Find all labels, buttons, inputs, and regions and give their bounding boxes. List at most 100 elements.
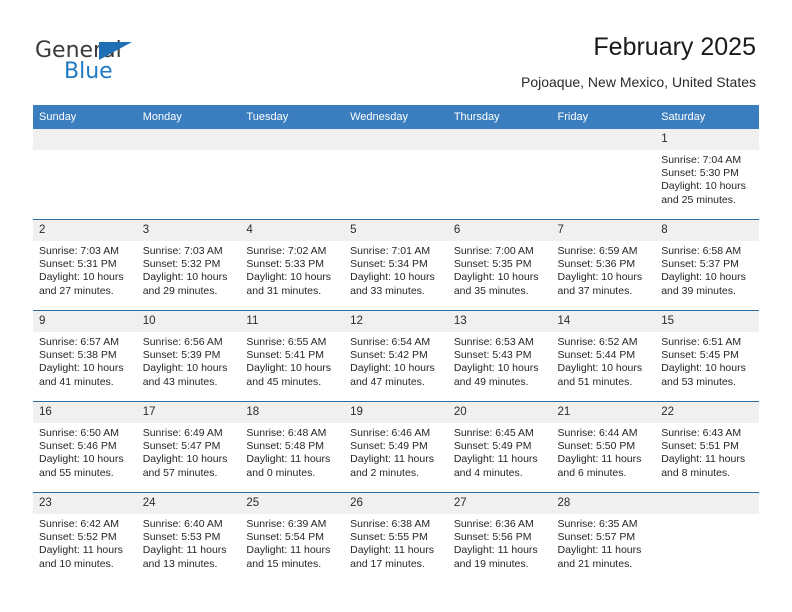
day-number: 24 xyxy=(136,493,241,514)
calendar-day-cell[interactable]: 12 Sunrise: 6:54 AM Sunset: 5:42 PM Dayligh… xyxy=(344,310,448,402)
calendar-day-cell[interactable]: 11 Sunrise: 6:55 AM Sunset: 5:41 PM Dayligh… xyxy=(240,310,345,402)
sunrise-time: Sunrise: 6:55 AM xyxy=(246,336,327,348)
calendar-day-cell[interactable]: 24 Sunrise: 6:40 AM Sunset: 5:53 PM Dayligh… xyxy=(136,492,241,583)
daylight-duration-line2: and 39 minutes. xyxy=(661,284,736,297)
day-number: 16 xyxy=(33,402,137,423)
sunset-time: Sunset: 5:42 PM xyxy=(350,349,428,362)
day-details: Sunrise: 7:04 AM Sunset: 5:30 PM Daylight:… xyxy=(655,150,759,207)
day-details: Sunrise: 6:42 AM Sunset: 5:52 PM Daylight:… xyxy=(33,514,137,571)
sunrise-time: Sunrise: 6:52 AM xyxy=(557,336,638,348)
sunset-time: Sunset: 5:54 PM xyxy=(246,531,325,544)
calendar-day-cell[interactable]: 2 Sunrise: 7:03 AM Sunset: 5:31 PM Daylight… xyxy=(33,219,137,311)
calendar-day-cell[interactable]: 14 Sunrise: 6:52 AM Sunset: 5:44 PM Dayligh… xyxy=(551,310,656,402)
daylight-duration-line2: and 4 minutes. xyxy=(453,466,523,479)
sunrise-time: Sunrise: 6:49 AM xyxy=(142,427,223,439)
calendar-day-cell[interactable]: 9 Sunrise: 6:57 AM Sunset: 5:38 PM Daylight… xyxy=(33,310,137,402)
calendar-page: General Blue February 2025 Pojoaque, New… xyxy=(0,0,792,612)
brand-logo[interactable]: General Blue xyxy=(35,38,265,88)
calendar-cell-empty xyxy=(655,492,759,583)
day-number: 10 xyxy=(136,311,241,332)
daylight-duration-line2: and 15 minutes. xyxy=(246,557,322,570)
sunset-time: Sunset: 5:39 PM xyxy=(142,349,221,362)
day-number xyxy=(551,129,656,150)
calendar-day-cell[interactable]: 20 Sunrise: 6:45 AM Sunset: 5:49 PM Dayligh… xyxy=(447,401,552,493)
daylight-duration-line1: Daylight: 11 hours xyxy=(246,544,331,557)
sunrise-time: Sunrise: 6:35 AM xyxy=(557,518,638,530)
daylight-duration-line1: Daylight: 11 hours xyxy=(39,544,123,557)
calendar-day-cell[interactable]: 16 Sunrise: 6:50 AM Sunset: 5:46 PM Dayligh… xyxy=(33,401,137,493)
calendar-day-cell[interactable]: 25 Sunrise: 6:39 AM Sunset: 5:54 PM Dayligh… xyxy=(240,492,345,583)
day-number: 4 xyxy=(240,220,345,241)
day-details: Sunrise: 7:03 AM Sunset: 5:32 PM Daylight:… xyxy=(137,241,241,298)
daylight-duration-line2: and 41 minutes. xyxy=(39,375,114,388)
weekday-header-saturday: Saturday xyxy=(655,105,759,129)
sunset-time: Sunset: 5:56 PM xyxy=(453,531,532,544)
calendar-day-cell[interactable]: 1 Sunrise: 7:04 AM Sunset: 5:30 PM Daylight… xyxy=(655,129,759,220)
sunrise-time: Sunrise: 6:56 AM xyxy=(142,336,223,348)
daylight-duration-line1: Daylight: 11 hours xyxy=(350,544,434,557)
brand-name-blue: Blue xyxy=(64,59,113,84)
page-header: General Blue February 2025 Pojoaque, New… xyxy=(0,0,792,104)
daylight-duration-line2: and 0 minutes. xyxy=(246,466,316,479)
title-block: February 2025 Pojoaque, New Mexico, Unit… xyxy=(521,32,756,91)
daylight-duration-line1: Daylight: 10 hours xyxy=(142,362,228,375)
calendar-day-cell[interactable]: 21 Sunrise: 6:44 AM Sunset: 5:50 PM Dayligh… xyxy=(551,401,656,493)
sunrise-time: Sunrise: 7:02 AM xyxy=(246,245,327,257)
calendar-cell-empty xyxy=(344,129,448,220)
daylight-duration-line1: Daylight: 10 hours xyxy=(453,271,539,284)
daylight-duration-line1: Daylight: 11 hours xyxy=(453,544,538,557)
calendar-day-cell[interactable]: 27 Sunrise: 6:36 AM Sunset: 5:56 PM Dayligh… xyxy=(447,492,552,583)
calendar-day-cell[interactable]: 15 Sunrise: 6:51 AM Sunset: 5:45 PM Dayligh… xyxy=(655,310,759,402)
calendar-day-cell[interactable]: 26 Sunrise: 6:38 AM Sunset: 5:55 PM Dayligh… xyxy=(344,492,448,583)
day-details: Sunrise: 6:35 AM Sunset: 5:57 PM Daylight:… xyxy=(552,514,656,571)
daylight-duration-line2: and 51 minutes. xyxy=(557,375,633,388)
calendar-day-cell[interactable]: 18 Sunrise: 6:48 AM Sunset: 5:48 PM Dayligh… xyxy=(240,401,345,493)
calendar-day-cell[interactable]: 19 Sunrise: 6:46 AM Sunset: 5:49 PM Dayligh… xyxy=(344,401,448,493)
day-number xyxy=(240,129,345,150)
day-number: 6 xyxy=(447,220,552,241)
daylight-duration-line2: and 8 minutes. xyxy=(661,466,731,479)
day-details: Sunrise: 7:03 AM Sunset: 5:31 PM Daylight:… xyxy=(33,241,137,298)
daylight-duration-line1: Daylight: 11 hours xyxy=(246,453,331,466)
page-title: February 2025 xyxy=(593,33,756,61)
daylight-duration-line2: and 53 minutes. xyxy=(661,375,736,388)
sunrise-time: Sunrise: 6:38 AM xyxy=(350,518,431,530)
calendar-day-cell[interactable]: 17 Sunrise: 6:49 AM Sunset: 5:47 PM Dayligh… xyxy=(136,401,241,493)
day-number xyxy=(344,129,448,150)
calendar-day-cell[interactable]: 8 Sunrise: 6:58 AM Sunset: 5:37 PM Daylight… xyxy=(655,219,759,311)
calendar-day-cell[interactable]: 4 Sunrise: 7:02 AM Sunset: 5:33 PM Daylight… xyxy=(240,219,345,311)
calendar-day-cell[interactable]: 13 Sunrise: 6:53 AM Sunset: 5:43 PM Dayligh… xyxy=(447,310,552,402)
calendar-day-cell[interactable]: 23 Sunrise: 6:42 AM Sunset: 5:52 PM Dayligh… xyxy=(33,492,137,583)
daylight-duration-line1: Daylight: 11 hours xyxy=(453,453,538,466)
daylight-duration-line2: and 10 minutes. xyxy=(39,557,114,570)
sunrise-time: Sunrise: 6:40 AM xyxy=(142,518,223,530)
sunrise-time: Sunrise: 6:45 AM xyxy=(453,427,534,439)
daylight-duration-line1: Daylight: 10 hours xyxy=(39,362,124,375)
calendar-cell-empty xyxy=(136,129,241,220)
calendar-cell-empty xyxy=(551,129,656,220)
day-number: 26 xyxy=(344,493,448,514)
daylight-duration-line1: Daylight: 10 hours xyxy=(661,362,746,375)
day-number: 18 xyxy=(240,402,345,423)
daylight-duration-line1: Daylight: 10 hours xyxy=(557,362,643,375)
calendar-day-cell[interactable]: 28 Sunrise: 6:35 AM Sunset: 5:57 PM Dayligh… xyxy=(551,492,656,583)
calendar-day-cell[interactable]: 6 Sunrise: 7:00 AM Sunset: 5:35 PM Daylight… xyxy=(447,219,552,311)
sunset-time: Sunset: 5:57 PM xyxy=(557,531,636,544)
sunrise-time: Sunrise: 6:43 AM xyxy=(661,427,742,439)
calendar-cell-empty xyxy=(33,129,137,220)
calendar-day-cell[interactable]: 3 Sunrise: 7:03 AM Sunset: 5:32 PM Daylight… xyxy=(136,219,241,311)
day-details: Sunrise: 6:39 AM Sunset: 5:54 PM Daylight:… xyxy=(240,514,344,571)
daylight-duration-line1: Daylight: 10 hours xyxy=(661,271,746,284)
day-details: Sunrise: 6:57 AM Sunset: 5:38 PM Daylight:… xyxy=(33,332,137,389)
sunrise-time: Sunrise: 6:59 AM xyxy=(557,245,638,257)
day-details: Sunrise: 7:01 AM Sunset: 5:34 PM Daylight:… xyxy=(344,241,448,298)
daylight-duration-line1: Daylight: 10 hours xyxy=(350,362,435,375)
calendar-day-cell[interactable]: 22 Sunrise: 6:43 AM Sunset: 5:51 PM Dayligh… xyxy=(655,401,759,493)
calendar-day-cell[interactable]: 10 Sunrise: 6:56 AM Sunset: 5:39 PM Dayligh… xyxy=(136,310,241,402)
weekday-header-thursday: Thursday xyxy=(447,105,552,129)
calendar-day-cell[interactable]: 7 Sunrise: 6:59 AM Sunset: 5:36 PM Daylight… xyxy=(551,219,656,311)
weekday-header-sunday: Sunday xyxy=(33,105,137,129)
sunrise-time: Sunrise: 6:51 AM xyxy=(661,336,742,348)
calendar-day-cell[interactable]: 5 Sunrise: 7:01 AM Sunset: 5:34 PM Daylight… xyxy=(344,219,448,311)
daylight-duration-line1: Daylight: 10 hours xyxy=(557,271,643,284)
